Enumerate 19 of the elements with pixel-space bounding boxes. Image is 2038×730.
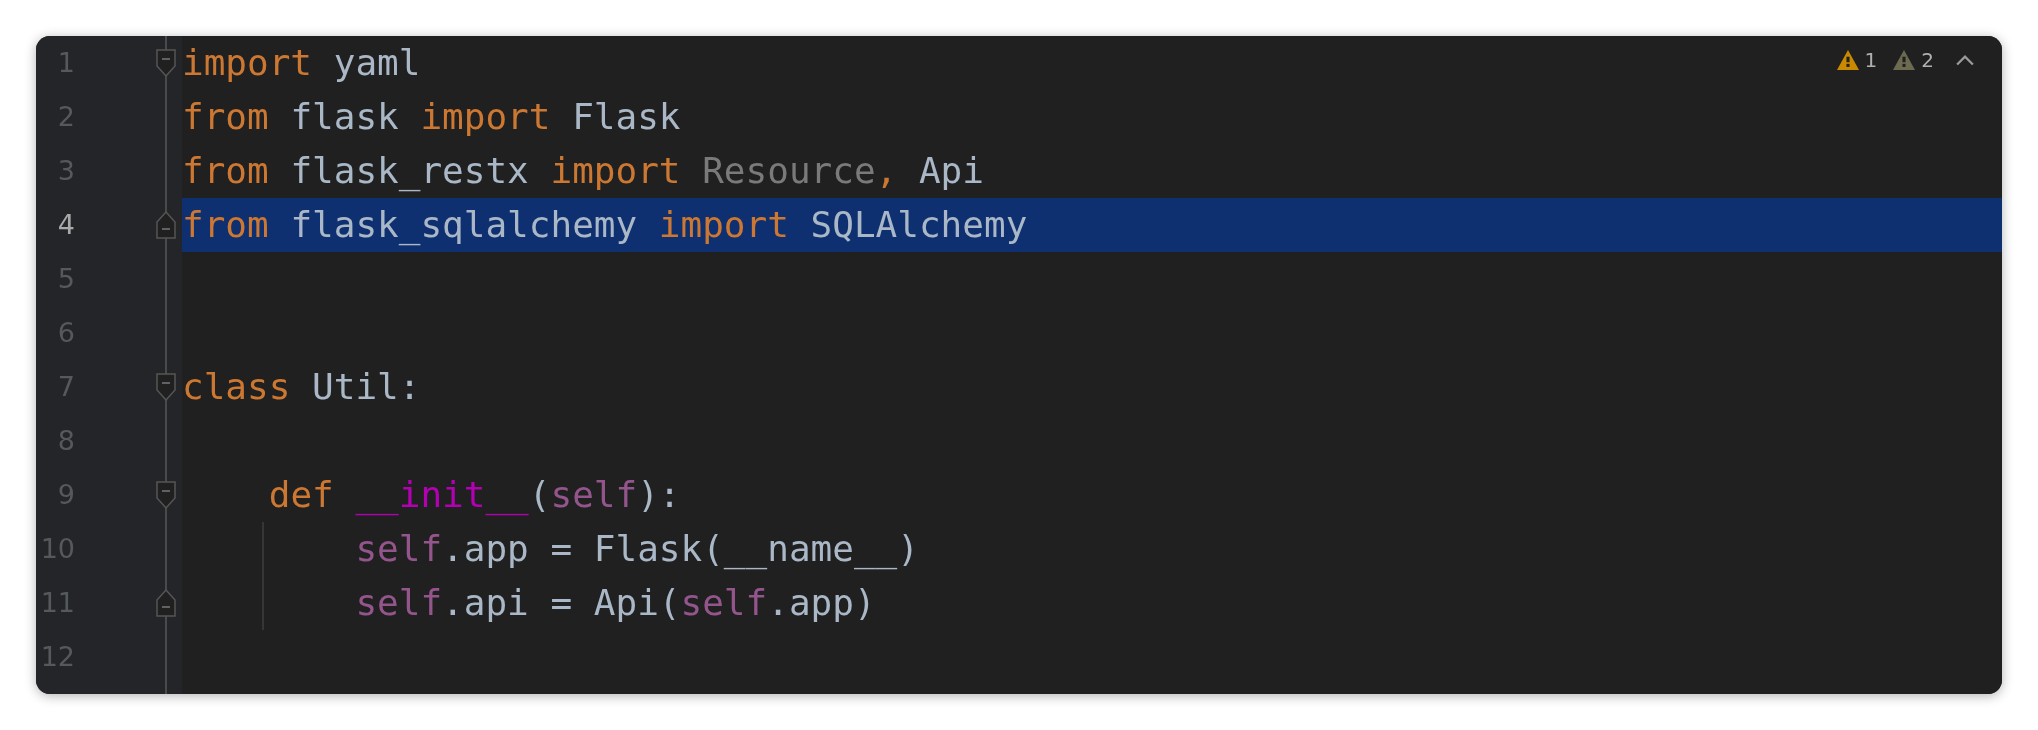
warning-count: 2 [1921,48,1934,72]
fold-marker-icon[interactable] [156,211,176,239]
code-line: from flask_restx import Resource, Api [182,149,984,194]
fold-marker-icon[interactable] [156,481,176,509]
warning-icon[interactable] [1893,50,1916,70]
code-line: import yaml [182,41,421,85]
code-line: class Util: [182,365,421,409]
fold-marker-icon[interactable] [156,373,176,401]
code-line: def __init__(self): [268,473,681,518]
code-line: self.app = Flask(__name__) [355,527,919,572]
fold-marker-icon[interactable] [156,49,176,77]
code-line: self.api = Api(self.app) [355,581,876,625]
fold-marker-icon[interactable] [156,589,176,617]
chevron-up-icon[interactable] [1956,54,1974,66]
line-number: 4 [56,208,76,242]
warning-icon[interactable] [1836,50,1859,70]
warning-count: 1 [1864,48,1878,72]
code-line: from flask import Flask [182,95,681,139]
code-line: from flask_sqlalchemy import SQLAlchemy [182,203,1028,248]
